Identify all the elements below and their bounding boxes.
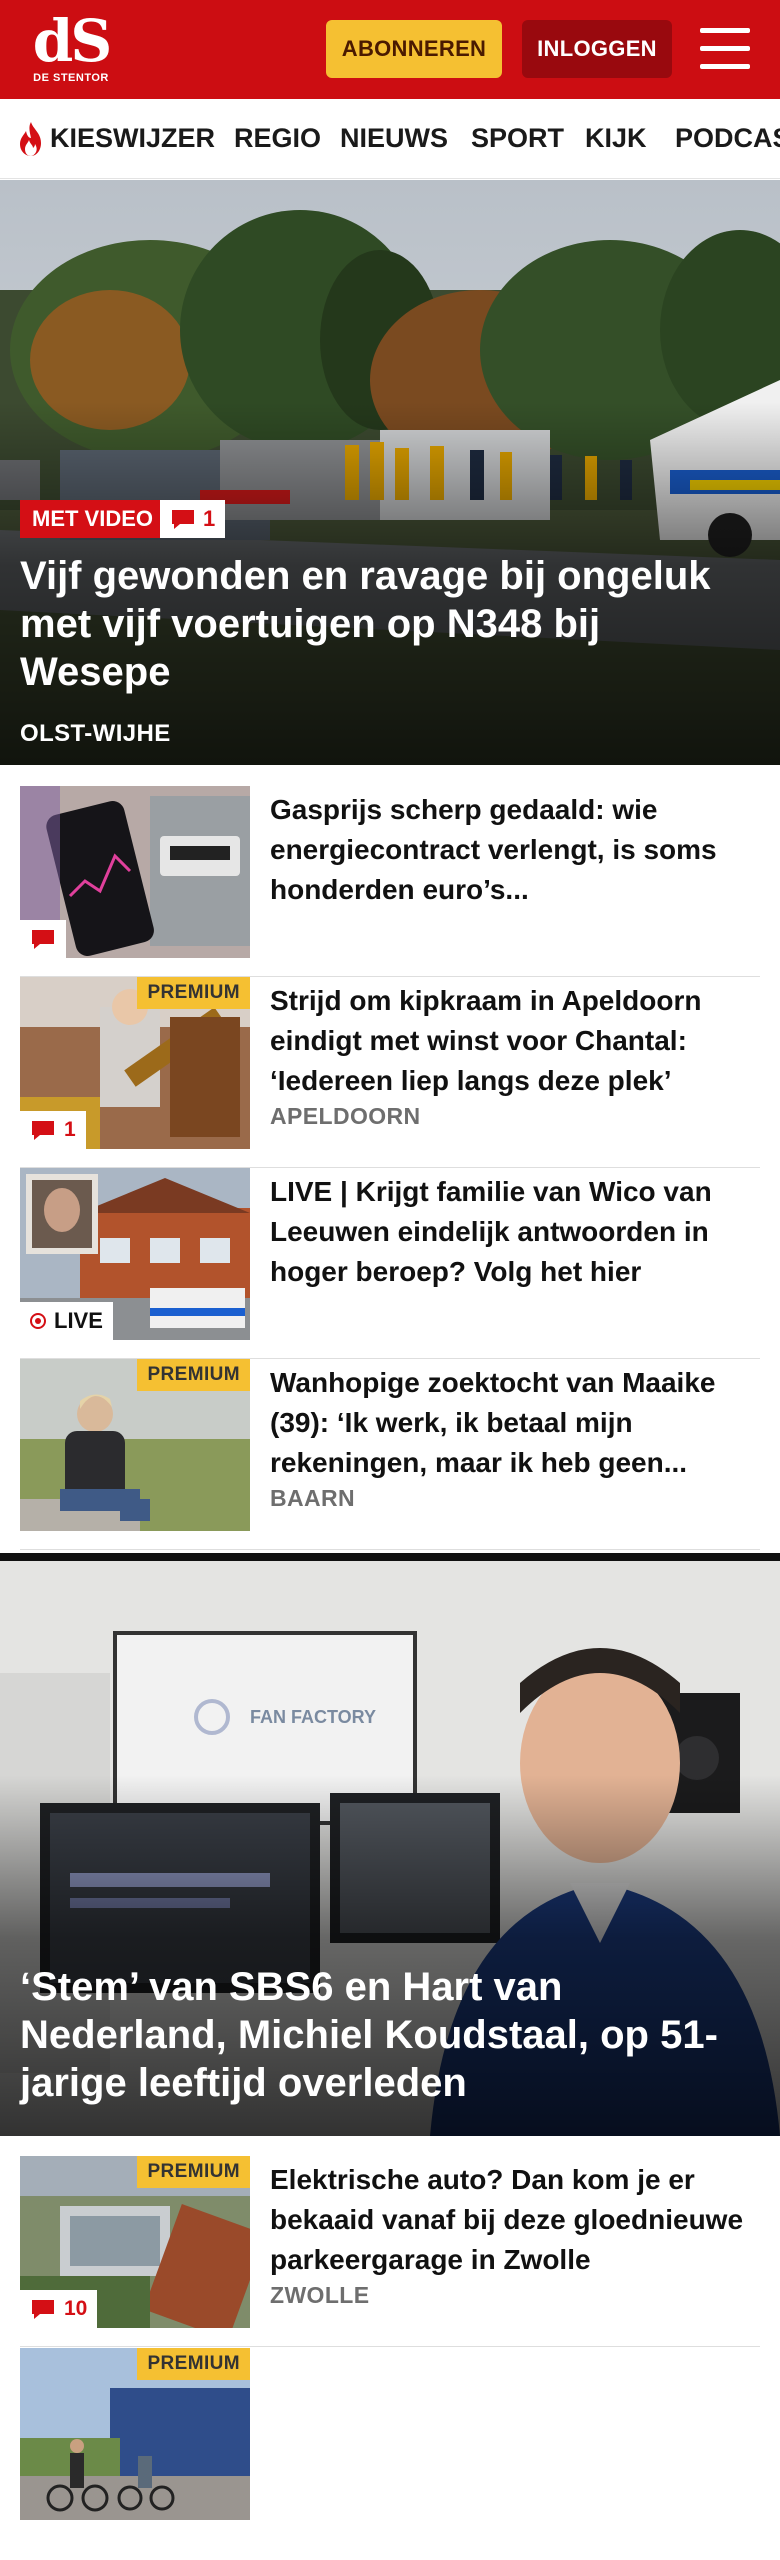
article-title[interactable]: Elektrische auto? Dan kom je er bekaaid …	[270, 2160, 760, 2280]
comment-badge: 10	[20, 2290, 98, 2328]
comment-badge: 1	[160, 500, 226, 538]
comment-count: 1	[203, 506, 216, 531]
premium-badge: PREMIUM	[137, 977, 250, 1009]
menu-icon[interactable]	[700, 26, 754, 72]
logo-mark: dS	[32, 7, 112, 75]
article-card[interactable]: PREMIUM	[20, 2348, 760, 2539]
hero-article-accident[interactable]: MET VIDEO 1 Vijf gewonden en ravage bij …	[0, 180, 780, 765]
article-thumbnail: PREMIUM	[20, 2348, 250, 2520]
live-icon	[30, 1313, 46, 1329]
comment-icon	[32, 1121, 54, 1140]
article-card[interactable]: PREMIUM 10 Elektrische auto? Dan kom je …	[20, 2156, 760, 2347]
article-title[interactable]: Gasprijs scherp gedaald: wie energiecont…	[270, 790, 760, 910]
live-badge: LIVE	[20, 1302, 113, 1340]
nav-item-kijk[interactable]: KIJK	[585, 123, 647, 154]
comment-count: 10	[64, 2297, 88, 2320]
premium-badge: PREMIUM	[137, 2348, 250, 2380]
flame-icon	[20, 122, 41, 156]
login-button[interactable]: INLOGGEN	[522, 20, 672, 78]
article-card[interactable]: LIVE LIVE | Krijgt familie van Wico van …	[20, 1168, 760, 1359]
article-thumbnail: PREMIUM 10	[20, 2156, 250, 2328]
screen-text: FAN FACTORY	[250, 1707, 376, 1727]
video-badge: MET VIDEO	[20, 500, 166, 538]
comment-icon	[32, 930, 54, 949]
article-card[interactable]: Gasprijs scherp gedaald: wie energiecont…	[20, 786, 760, 977]
site-logo[interactable]: dS DE STENTOR	[28, 12, 114, 88]
subscribe-button[interactable]: ABONNEREN	[326, 20, 502, 78]
hero-title[interactable]: ‘Stem’ van SBS6 en Hart van Nederland, M…	[20, 1963, 740, 2107]
comment-count: 1	[64, 1118, 76, 1141]
article-thumbnail: PREMIUM 1	[20, 977, 250, 1149]
nav-item-nieuws[interactable]: NIEUWS	[340, 123, 448, 154]
article-location: ZWOLLE	[270, 2282, 370, 2308]
nav-item-regio[interactable]: REGIO	[234, 123, 321, 154]
comment-icon	[32, 2300, 54, 2319]
article-location: APELDOORN	[270, 1103, 421, 1129]
hero-title[interactable]: Vijf gewonden en ravage bij ongeluk met …	[20, 552, 740, 696]
article-title[interactable]: Wanhopige zoektocht van Maaike (39): ‘Ik…	[270, 1363, 760, 1483]
article-card[interactable]: PREMIUM 1 Strijd om kipkraam in Apeldoor…	[20, 977, 760, 1168]
premium-badge: PREMIUM	[137, 2156, 250, 2188]
section-nav: KIESWIJZER REGIO NIEUWS SPORT KIJK PODCA…	[0, 99, 780, 179]
premium-badge: PREMIUM	[137, 1359, 250, 1391]
article-card[interactable]: PREMIUM Wanhopige zoektocht van Maaike (…	[20, 1359, 760, 1550]
article-thumbnail: LIVE	[20, 1168, 250, 1340]
comment-icon	[172, 510, 194, 529]
article-title[interactable]: LIVE | Krijgt familie van Wico van Leeuw…	[270, 1172, 760, 1292]
hero-location: OLST-WIJHE	[20, 720, 171, 747]
article-thumbnail	[20, 786, 250, 958]
nav-item-kieswijzer[interactable]: KIESWIJZER	[50, 123, 215, 154]
article-location: BAARN	[270, 1485, 356, 1511]
live-label: LIVE	[54, 1308, 103, 1333]
top-bar: dS DE STENTOR ABONNEREN INLOGGEN	[0, 0, 780, 99]
logo-name: DE STENTOR	[33, 72, 109, 84]
article-thumbnail: PREMIUM	[20, 1359, 250, 1531]
article-title[interactable]: Strijd om kipkraam in Apeldoorn eindigt …	[270, 981, 760, 1101]
comment-badge: 1	[20, 1111, 86, 1149]
comment-badge	[20, 920, 66, 958]
hero-article-koudstaal[interactable]: FAN FACTORY ‘Stem’ van SBS6 en Hart van …	[0, 1553, 780, 2136]
nav-item-sport[interactable]: SPORT	[471, 123, 564, 154]
nav-item-podcast[interactable]: PODCAST	[675, 123, 780, 154]
